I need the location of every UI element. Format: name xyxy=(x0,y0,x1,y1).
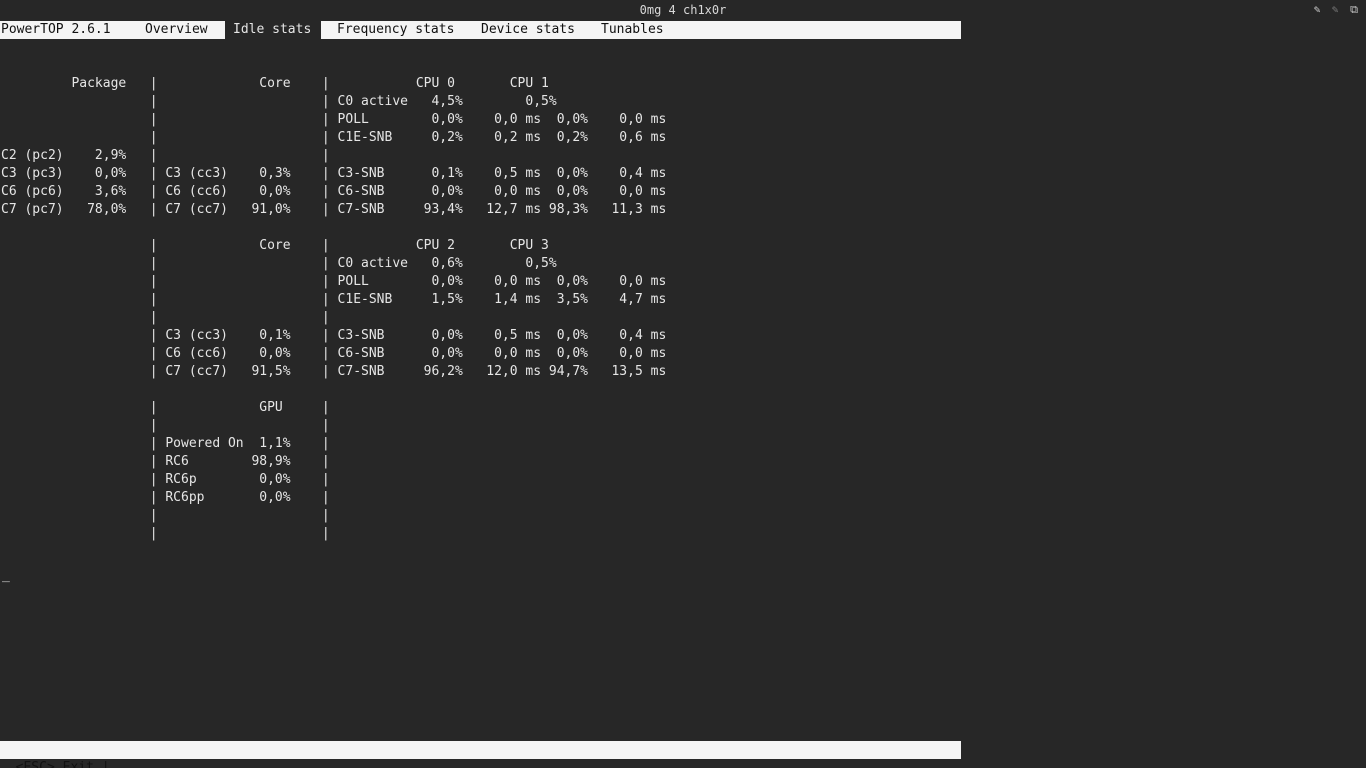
stats-line: | | xyxy=(1,418,330,433)
tab-idle-stats[interactable]: Idle stats xyxy=(225,21,321,39)
idle-stats-table: Package | Core | CPU 0 CPU 1 | | C0 acti… xyxy=(1,75,666,543)
stats-line: | RC6pp 0,0% | xyxy=(1,490,330,505)
stats-line: | C7 (cc7) 91,5% | C7-SNB 96,2% 12,0 ms … xyxy=(1,364,667,379)
tab-overview[interactable]: Overview xyxy=(145,21,208,39)
status-bar: <ESC> Exit | xyxy=(0,741,961,768)
stats-line: | Core | CPU 2 CPU 3 xyxy=(1,238,549,253)
stats-line: | | xyxy=(1,310,330,325)
window-title: 0mg 4 ch1x0r xyxy=(639,3,727,17)
stats-line xyxy=(1,219,666,237)
stats-line xyxy=(1,381,666,399)
stats-line: | | C0 active 4,5% 0,5% xyxy=(1,94,557,109)
stats-line: | RC6p 0,0% | xyxy=(1,472,330,487)
stats-line: | | xyxy=(1,508,330,523)
stats-line: C3 (pc3) 0,0% | C3 (cc3) 0,3% | C3-SNB 0… xyxy=(1,166,667,181)
stats-line: | | POLL 0,0% 0,0 ms 0,0% 0,0 ms xyxy=(1,112,667,127)
status-text: <ESC> Exit | xyxy=(15,760,110,768)
pencil-icon[interactable]: ✎ xyxy=(1310,0,1324,20)
stats-line: | RC6 98,9% | xyxy=(1,454,330,469)
stats-line: C7 (pc7) 78,0% | C7 (cc7) 91,0% | C7-SNB… xyxy=(1,202,667,217)
stats-line: | | xyxy=(1,526,330,541)
stats-line: | | C1E-SNB 1,5% 1,4 ms 3,5% 4,7 ms xyxy=(1,292,667,307)
terminal-cursor: _ xyxy=(2,568,10,583)
stats-line: C2 (pc2) 2,9% | | xyxy=(1,148,330,163)
stats-line: | | C1E-SNB 0,2% 0,2 ms 0,2% 0,6 ms xyxy=(1,130,667,145)
stats-line: | | POLL 0,0% 0,0 ms 0,0% 0,0 ms xyxy=(1,274,667,289)
stats-line: | GPU | xyxy=(1,400,330,415)
stats-line: | C6 (cc6) 0,0% | C6-SNB 0,0% 0,0 ms 0,0… xyxy=(1,346,667,361)
restore-icon[interactable]: ⧉ xyxy=(1347,0,1361,20)
stats-line: Package | Core | CPU 0 CPU 1 xyxy=(1,76,549,91)
stats-line: C6 (pc6) 3,6% | C6 (cc6) 0,0% | C6-SNB 0… xyxy=(1,184,667,199)
window-titlebar: 0mg 4 ch1x0r xyxy=(0,0,1366,20)
stats-line: | Powered On 1,1% | xyxy=(1,436,330,451)
tab-tunables[interactable]: Tunables xyxy=(601,21,664,39)
stats-line: | C3 (cc3) 0,1% | C3-SNB 0,0% 0,5 ms 0,0… xyxy=(1,328,667,343)
tab-frequency-stats[interactable]: Frequency stats xyxy=(337,21,454,39)
app-version-label: PowerTOP 2.6.1 xyxy=(1,22,111,37)
pencil-dim-icon[interactable]: ✎ xyxy=(1328,0,1342,20)
stats-line: | | C0 active 0,6% 0,5% xyxy=(1,256,557,271)
tab-device-stats[interactable]: Device stats xyxy=(481,21,575,39)
